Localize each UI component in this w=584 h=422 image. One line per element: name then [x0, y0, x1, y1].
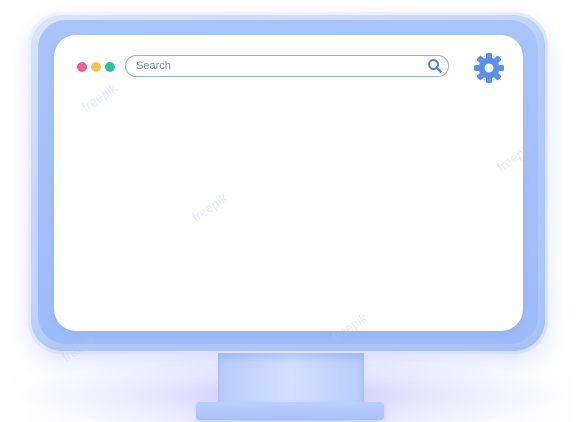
monitor-stand-base — [196, 402, 384, 420]
window-maximize-dot[interactable] — [105, 62, 115, 72]
scene: freepik freepik freepik freepik freepik — [0, 0, 584, 422]
gear-icon[interactable] — [472, 51, 506, 85]
search-bar[interactable] — [125, 55, 449, 77]
search-input[interactable] — [136, 56, 406, 75]
monitor-stand-neck — [218, 353, 364, 403]
browser-window — [54, 35, 523, 331]
window-close-dot[interactable] — [77, 62, 87, 72]
search-icon[interactable] — [426, 57, 444, 75]
window-minimize-dot[interactable] — [91, 62, 101, 72]
